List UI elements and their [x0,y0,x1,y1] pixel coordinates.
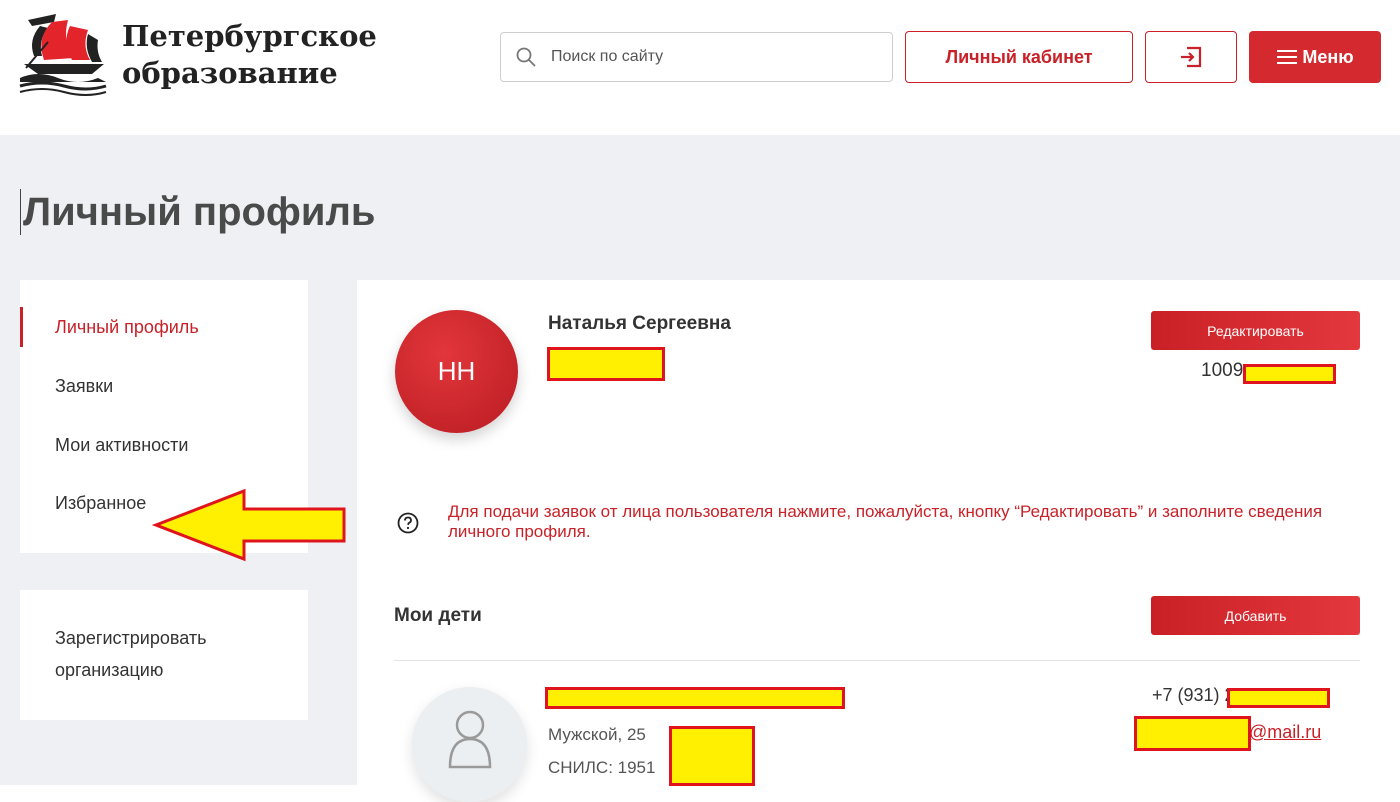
redacted-surname [547,347,665,381]
sidebar-item-activities[interactable]: Мои активности [20,425,308,465]
sidebar-item-profile[interactable]: Личный профиль [20,307,308,347]
site-logo[interactable]: Петербургское образование [18,12,378,102]
child-snils: СНИЛС: 1951 [548,758,656,777]
help-icon [397,512,419,534]
redacted-child-name [545,687,845,709]
register-organization-card: Зарегистрировать организацию [20,590,308,720]
user-name: Наталья Сергеевна [548,313,731,334]
sidebar-item-applications[interactable]: Заявки [20,366,308,406]
divider [394,660,1360,661]
hamburger-icon [1277,50,1298,64]
avatar: НН [395,310,518,433]
search-icon[interactable] [515,46,537,68]
ship-logo-icon [19,14,107,96]
logo-text: Петербургское образование [122,18,377,92]
logo-line-1: Петербургское [122,19,377,53]
user-placeholder-icon [448,710,491,769]
menu-label: Меню [1302,46,1354,67]
site-header: Петербургское образование Личный кабинет… [0,0,1400,135]
site-search [500,32,893,82]
user-id: 1009 [1201,360,1244,381]
edit-profile-button[interactable]: Редактировать [1151,311,1360,350]
annotation-arrow-icon [152,488,346,562]
redacted-child-email [1134,716,1251,751]
children-title: Мои дети [394,605,482,626]
search-input[interactable] [551,33,881,81]
login-button[interactable] [1145,31,1237,83]
child-gender-age: Мужской, 25 [548,725,646,744]
logo-line-2: образование [122,56,338,90]
register-organization-link[interactable]: Зарегистрировать организацию [55,622,295,686]
profile-card: НН Наталья Сергеевна Редактировать 1009 … [357,280,1400,802]
login-icon [1181,46,1202,68]
add-child-button[interactable]: Добавить [1151,596,1360,635]
redacted-child-details [669,726,755,786]
redacted-user-id [1243,364,1336,384]
personal-cabinet-button[interactable]: Личный кабинет [905,31,1133,83]
child-email-link[interactable]: @mail.ru [1249,722,1321,743]
profile-notice: Для подачи заявок от лица пользователя н… [448,502,1323,541]
redacted-child-phone [1227,688,1330,708]
page-content: Личный профиль Личный профиль Заявки Мои… [0,135,1400,802]
page-title: Личный профиль [20,189,376,235]
menu-button[interactable]: Меню [1249,31,1381,83]
